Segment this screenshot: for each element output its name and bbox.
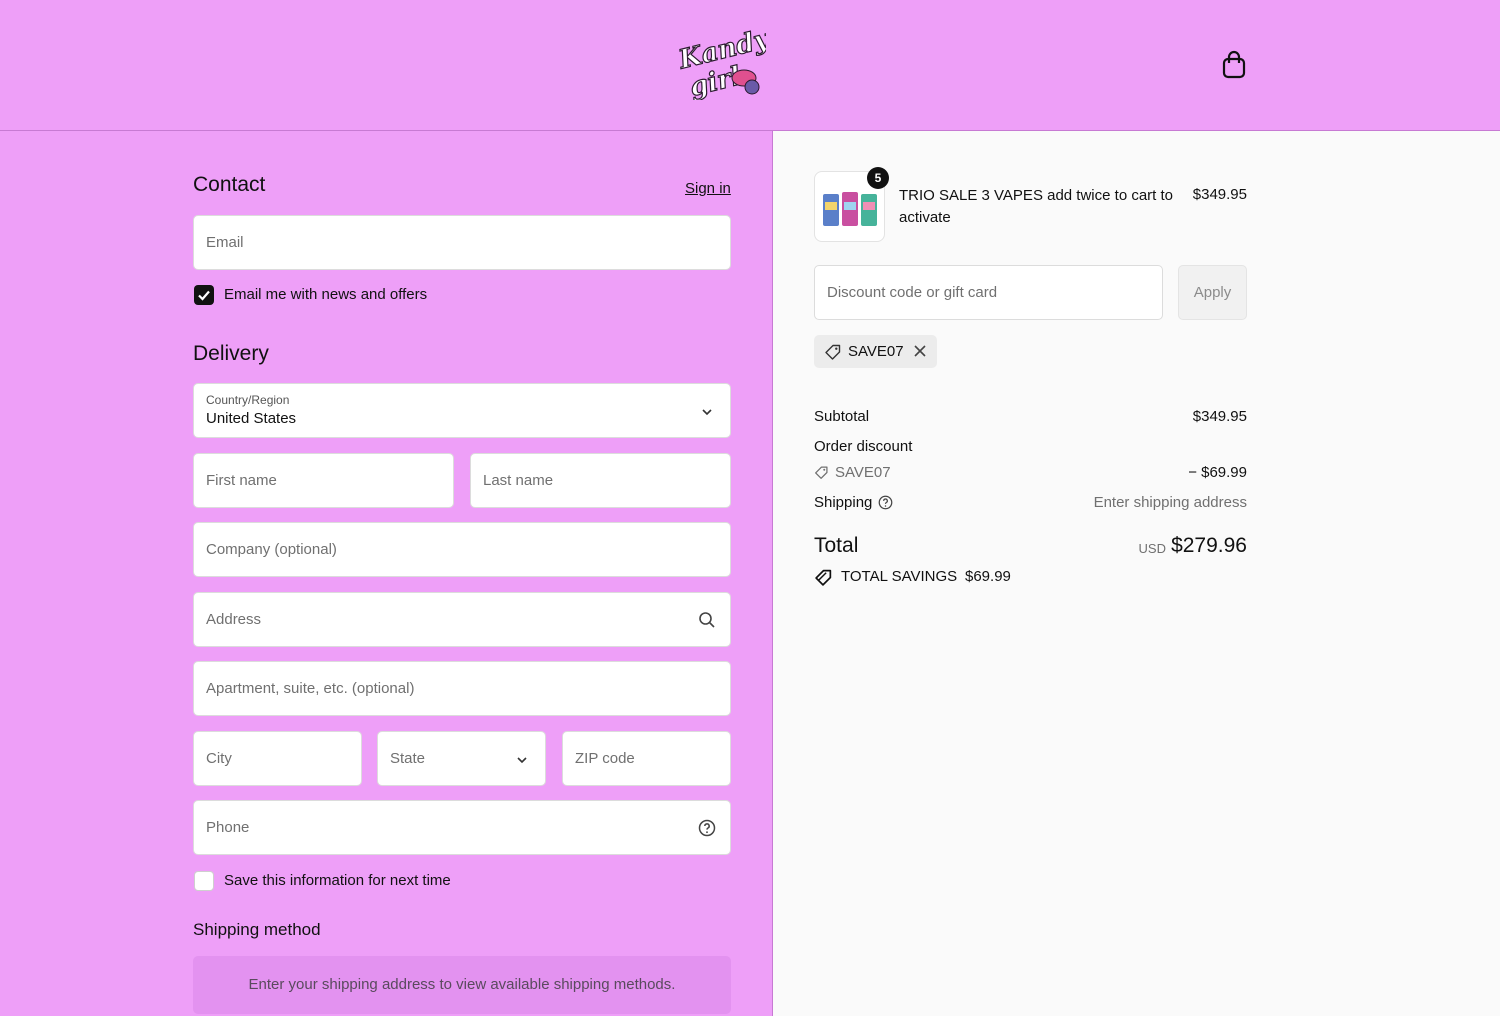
phone-placeholder: Phone (206, 819, 250, 836)
product-price: $349.95 (1192, 186, 1247, 203)
quantity-badge: 5 (867, 167, 889, 189)
help-circle-icon[interactable] (878, 495, 893, 510)
total-currency: USD (1138, 541, 1166, 556)
chevron-down-icon (702, 409, 712, 416)
apartment-field[interactable]: Apartment, suite, etc. (optional) (193, 661, 731, 716)
total-savings-label: TOTAL SAVINGS (841, 568, 958, 585)
last-name-field[interactable]: Last name (470, 453, 731, 508)
order-summary-panel: 5 TRIO SALE 3 VAPES add twice to cart to… (774, 131, 1500, 1016)
product-name: TRIO SALE 3 VAPES add twice to cart to a… (899, 187, 1174, 226)
subtotal-value: $349.95 (1192, 408, 1247, 425)
city-placeholder: City (206, 750, 232, 767)
sign-in-link[interactable]: Sign in (685, 180, 731, 197)
applied-discount-chip: SAVE07 (814, 335, 937, 368)
kandy-girl-logo[interactable]: Kandy girl (676, 28, 766, 100)
zip-field[interactable]: ZIP code (562, 731, 731, 786)
shipping-value: Enter shipping address (1093, 494, 1247, 511)
subtotal-label: Subtotal (814, 408, 870, 425)
shipping-label: Shipping (814, 494, 873, 511)
country-value: United States (206, 410, 297, 427)
discount-placeholder: Discount code or gift card (827, 284, 998, 301)
company-placeholder: Company (optional) (206, 541, 337, 558)
discount-code-input[interactable]: Discount code or gift card (814, 265, 1163, 320)
savings-tag-icon (815, 569, 832, 586)
delivery-heading: Delivery (193, 342, 269, 365)
order-discount-code: SAVE07 (835, 464, 891, 481)
order-discount-label: Order discount (814, 438, 913, 455)
checkout-form-panel: Contact Sign in Email Email me with news… (0, 131, 773, 1016)
address-field[interactable]: Address (193, 592, 731, 647)
company-field[interactable]: Company (optional) (193, 522, 731, 577)
shipping-method-notice: Enter your shipping address to view avai… (193, 956, 731, 1014)
first-name-field[interactable]: First name (193, 453, 454, 508)
email-field[interactable]: Email (193, 215, 731, 270)
news-checkbox[interactable] (194, 285, 214, 305)
first-name-placeholder: First name (206, 472, 277, 489)
phone-field[interactable]: Phone (193, 800, 731, 855)
total-value: $279.96 (1171, 534, 1247, 557)
order-discount-value: − $69.99 (1188, 464, 1247, 481)
total-savings-value: $69.99 (965, 568, 1011, 585)
tag-icon (825, 344, 841, 360)
zip-placeholder: ZIP code (575, 750, 635, 767)
email-placeholder: Email (206, 234, 244, 251)
chevron-down-icon (517, 757, 527, 764)
state-placeholder: State (390, 750, 426, 767)
news-checkbox-label: Email me with news and offers (224, 286, 428, 303)
header: Kandy girl (0, 0, 1500, 131)
applied-discount-code: SAVE07 (848, 343, 904, 360)
shipping-method-heading: Shipping method (193, 920, 321, 939)
shopping-bag-icon[interactable] (1220, 50, 1248, 80)
checkmark-icon (198, 290, 210, 301)
save-info-checkbox[interactable] (194, 871, 214, 891)
save-info-label: Save this information for next time (224, 872, 451, 889)
country-select[interactable]: Country/Region United States (193, 383, 731, 438)
apartment-placeholder: Apartment, suite, etc. (optional) (206, 680, 415, 697)
state-select[interactable]: State (377, 731, 546, 786)
search-icon (699, 612, 715, 628)
help-circle-icon[interactable] (698, 819, 716, 837)
contact-heading: Contact (193, 173, 266, 196)
remove-discount-icon[interactable] (912, 343, 928, 359)
city-field[interactable]: City (193, 731, 362, 786)
shipping-method-message: Enter your shipping address to view avai… (248, 976, 676, 993)
tag-icon (815, 466, 828, 479)
last-name-placeholder: Last name (483, 472, 554, 489)
address-placeholder: Address (206, 611, 262, 628)
total-label: Total (814, 534, 859, 557)
apply-button[interactable]: Apply (1178, 265, 1247, 320)
country-label: Country/Region (206, 393, 290, 407)
